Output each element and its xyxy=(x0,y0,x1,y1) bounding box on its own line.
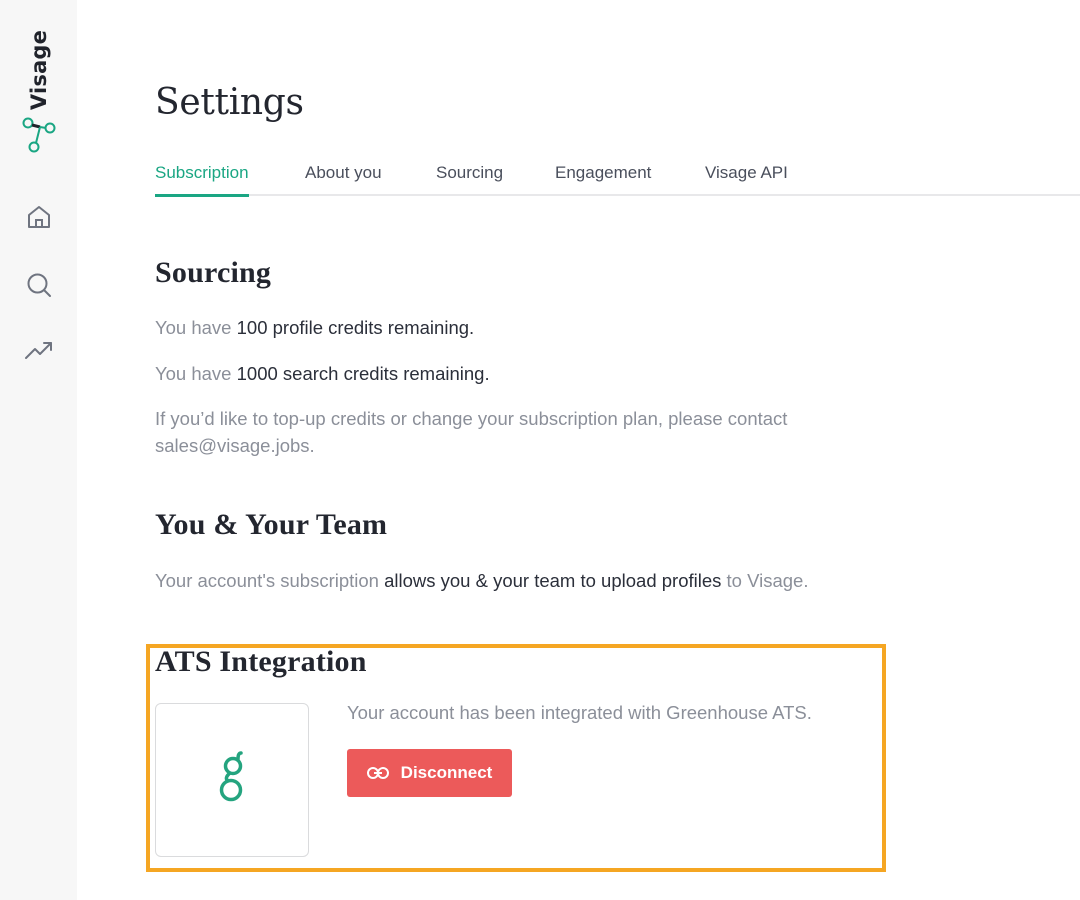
home-icon[interactable] xyxy=(24,202,54,232)
team-text-part3: to Visage. xyxy=(721,570,809,591)
tab-engagement[interactable]: Engagement xyxy=(555,160,651,196)
profile-credits-count: 100 profile credits remaining. xyxy=(236,317,475,338)
disconnect-label: Disconnect xyxy=(400,763,493,782)
tab-subscription[interactable]: Subscription xyxy=(155,160,249,197)
greenhouse-logo-card xyxy=(155,703,309,857)
sidebar: Visage xyxy=(0,0,77,900)
sales-email: sales@visage.jobs. xyxy=(155,435,315,456)
trending-up-icon[interactable] xyxy=(24,336,54,366)
contact-sales-text: If you’d like to top-up credits or chang… xyxy=(155,405,787,459)
search-credits-text: You have 1000 search credits remaining. xyxy=(155,360,490,387)
contact-sales-line: If you’d like to top-up credits or chang… xyxy=(155,408,788,429)
brand-name: Visage xyxy=(27,29,51,111)
team-heading: You & Your Team xyxy=(155,508,388,541)
team-text-part1: Your account's subscription xyxy=(155,570,385,591)
page-title: Settings xyxy=(155,82,304,123)
settings-tabs: Subscription About you Sourcing Engageme… xyxy=(155,160,1080,197)
main-content: Settings Subscription About you Sourcing… xyxy=(77,0,1080,900)
profile-credits-text: You have 100 profile credits remaining. xyxy=(155,314,474,341)
link-icon xyxy=(366,767,389,779)
ats-status-text: Your account has been integrated with Gr… xyxy=(347,702,812,723)
visage-mark-icon xyxy=(22,117,56,153)
team-text-part2: allows you & your team to upload profile… xyxy=(384,570,722,591)
tab-sourcing[interactable]: Sourcing xyxy=(436,160,503,196)
tab-visage-api[interactable]: Visage API xyxy=(705,160,788,196)
search-credits-prefix: You have xyxy=(155,363,237,384)
tab-about-you[interactable]: About you xyxy=(305,160,382,196)
greenhouse-logo-icon xyxy=(219,751,243,802)
ats-heading: ATS Integration xyxy=(155,645,367,678)
search-icon[interactable] xyxy=(24,270,54,300)
disconnect-button[interactable]: Disconnect xyxy=(347,749,512,797)
brand-logo[interactable]: Visage xyxy=(20,28,58,156)
sourcing-heading: Sourcing xyxy=(155,256,272,289)
search-credits-count: 1000 search credits remaining. xyxy=(236,363,490,384)
team-subscription-text: Your account's subscription allows you &… xyxy=(155,567,808,594)
profile-credits-prefix: You have xyxy=(155,317,237,338)
